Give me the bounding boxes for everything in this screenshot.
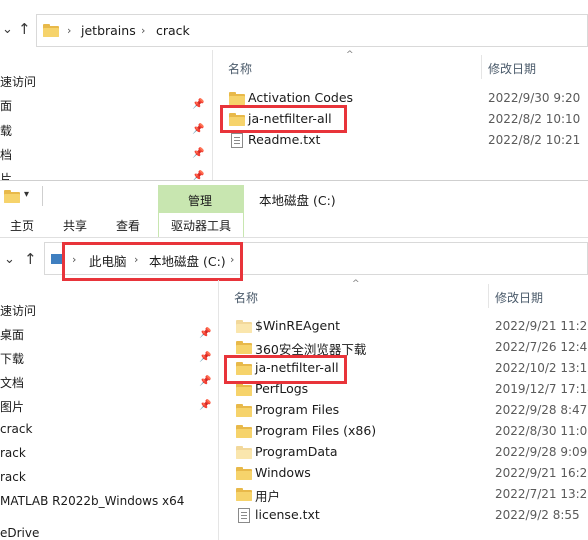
file-name: Windows bbox=[255, 465, 311, 480]
up-arrow-icon[interactable]: ↑ bbox=[24, 250, 37, 268]
tab-drive-tools[interactable]: 驱动器工具 bbox=[158, 213, 244, 237]
file-date: 2022/9/28 9:09 bbox=[495, 445, 588, 459]
file-date: 2022/9/28 8:47 bbox=[495, 403, 588, 417]
folder-icon bbox=[4, 190, 20, 203]
breadcrumb-item[interactable]: crack bbox=[156, 23, 190, 38]
list-item[interactable]: $WinREAgent 2022/9/21 11:21 bbox=[234, 317, 588, 338]
tab-share[interactable]: 共享 bbox=[63, 217, 87, 234]
sidebar-item-documents[interactable]: 文档 bbox=[0, 374, 24, 391]
list-item[interactable]: ProgramData 2022/9/28 9:09 bbox=[234, 443, 588, 464]
ribbon-tab-bar: 主页 共享 查看 驱动器工具 bbox=[0, 213, 588, 237]
sort-ascending-icon: ^ bbox=[346, 50, 354, 60]
file-date: 2022/8/2 10:21 bbox=[488, 133, 581, 147]
sidebar-item-pictures[interactable]: 图片 bbox=[0, 398, 24, 415]
file-date: 2022/9/21 16:20 bbox=[495, 466, 588, 480]
folder-icon bbox=[236, 320, 252, 333]
window-title: 本地磁盘 (C:) bbox=[259, 193, 336, 208]
text-file-icon bbox=[231, 133, 243, 148]
top-explorer-window: ⌄ ↑ › jetbrains › crack 速访问 面 📌 载 📌 档 📌 … bbox=[0, 0, 588, 180]
sidebar-item-crack[interactable]: rack bbox=[0, 446, 26, 460]
breadcrumb-separator-icon: › bbox=[141, 24, 146, 37]
column-header-date[interactable]: 修改日期 bbox=[488, 60, 536, 77]
file-date: 2022/8/30 11:00 bbox=[495, 424, 588, 438]
navigation-pane: 速访问 面 📌 载 📌 档 📌 片 📌 bbox=[0, 66, 208, 180]
file-date: 2022/9/2 8:55 bbox=[495, 508, 580, 522]
context-group-label: 管理 bbox=[188, 194, 213, 208]
file-list: $WinREAgent 2022/9/21 11:21 360安全浏览器下载 2022… bbox=[234, 317, 588, 540]
file-name: Activation Codes bbox=[248, 90, 354, 105]
file-date: 2022/8/2 10:10 bbox=[488, 112, 581, 126]
pin-icon: 📌 bbox=[199, 352, 212, 363]
folder-icon bbox=[236, 383, 252, 396]
bottom-explorer-window: ▾ 管理 本地磁盘 (C:) 主页 共享 查看 驱动器工具 ⌄ ↑ › 此电脑 … bbox=[0, 180, 588, 540]
tab-home[interactable]: 主页 bbox=[10, 217, 34, 234]
ribbon-context-group: 管理 bbox=[158, 185, 244, 213]
up-arrow-icon[interactable]: ↑ bbox=[18, 20, 31, 38]
highlight-box bbox=[62, 242, 243, 281]
tab-drive-tools-label: 驱动器工具 bbox=[171, 219, 232, 233]
folder-icon bbox=[229, 92, 245, 105]
pin-icon: 📌 bbox=[199, 328, 212, 339]
column-header-name[interactable]: 名称 bbox=[228, 60, 252, 77]
highlight-box bbox=[224, 355, 347, 384]
sidebar-item-desktop[interactable]: 面 bbox=[0, 97, 12, 114]
sidebar-item-pictures[interactable]: 片 bbox=[0, 170, 12, 180]
sidebar-item-quick-access[interactable]: 速访问 bbox=[0, 302, 36, 319]
folder-icon bbox=[43, 24, 59, 37]
sidebar-item-quick-access[interactable]: 速访问 bbox=[0, 73, 36, 90]
list-item[interactable]: license.txt 2022/9/2 8:55 bbox=[234, 506, 588, 527]
file-name: Program Files (x86) bbox=[255, 423, 377, 438]
text-file-icon bbox=[238, 508, 250, 523]
pin-icon: 📌 bbox=[192, 99, 205, 110]
sidebar-item-onedrive[interactable]: eDrive bbox=[0, 526, 39, 540]
pin-icon: 📌 bbox=[192, 148, 205, 159]
folder-icon bbox=[236, 341, 252, 354]
file-date: 2022/7/26 12:42 bbox=[495, 340, 588, 354]
folder-icon bbox=[236, 425, 252, 438]
file-date: 2022/7/21 13:21 bbox=[495, 487, 588, 501]
file-date: 2022/9/21 11:21 bbox=[495, 319, 588, 333]
list-item[interactable]: Program Files 2022/9/28 8:47 bbox=[234, 401, 588, 422]
folder-icon bbox=[236, 488, 252, 501]
address-bar[interactable]: › jetbrains › crack bbox=[36, 14, 588, 47]
file-date: 2022/10/2 13:10 bbox=[495, 361, 588, 375]
pin-icon: 📌 bbox=[192, 124, 205, 135]
list-item[interactable]: Program Files (x86) 2022/8/30 11:00 bbox=[234, 422, 588, 443]
folder-icon bbox=[236, 446, 252, 459]
sidebar-item-desktop[interactable]: 桌面 bbox=[0, 326, 24, 343]
file-date: 2022/9/30 9:20 bbox=[488, 91, 581, 105]
file-name: ProgramData bbox=[255, 444, 338, 459]
quick-access-toolbar-dropdown-icon[interactable]: ▾ bbox=[24, 189, 29, 200]
sidebar-item-crack[interactable]: rack bbox=[0, 470, 26, 484]
list-item[interactable]: Readme.txt 2022/8/2 10:21 bbox=[228, 131, 588, 152]
sort-ascending-icon: ^ bbox=[352, 279, 360, 289]
pin-icon: 📌 bbox=[199, 400, 212, 411]
file-name: Program Files bbox=[255, 402, 340, 417]
highlight-box bbox=[220, 105, 347, 133]
file-name: 用户 bbox=[255, 489, 281, 504]
sidebar-item-downloads[interactable]: 载 bbox=[0, 122, 12, 139]
sidebar-item-matlab[interactable]: MATLAB R2022b_Windows x64 bbox=[0, 494, 184, 508]
column-header-name[interactable]: 名称 bbox=[234, 289, 258, 306]
column-header-date[interactable]: 修改日期 bbox=[495, 289, 543, 306]
list-item[interactable]: Windows 2022/9/21 16:20 bbox=[234, 464, 588, 485]
sidebar-item-downloads[interactable]: 下载 bbox=[0, 350, 24, 367]
folder-icon bbox=[236, 404, 252, 417]
list-item[interactable]: 用户 2022/7/21 13:21 bbox=[234, 485, 588, 506]
tab-view[interactable]: 查看 bbox=[116, 217, 140, 234]
file-name: Readme.txt bbox=[248, 132, 321, 147]
pin-icon: 📌 bbox=[199, 376, 212, 387]
file-name: license.txt bbox=[255, 507, 320, 522]
breadcrumb-separator-icon: › bbox=[67, 24, 72, 37]
breadcrumb-item[interactable]: jetbrains bbox=[81, 23, 136, 38]
sidebar-item-crack[interactable]: crack bbox=[0, 422, 32, 436]
recent-locations-chevron-icon[interactable]: ⌄ bbox=[2, 22, 13, 37]
navigation-pane: 速访问 桌面 📌 下载 📌 文档 📌 图片 📌 crack rack rack … bbox=[0, 298, 218, 540]
sidebar-item-documents[interactable]: 档 bbox=[0, 146, 12, 163]
recent-locations-chevron-icon[interactable]: ⌄ bbox=[4, 252, 15, 267]
pin-icon: 📌 bbox=[192, 171, 205, 180]
file-name: $WinREAgent bbox=[255, 318, 341, 333]
folder-icon bbox=[236, 467, 252, 480]
file-date: 2019/12/7 17:14 bbox=[495, 382, 588, 396]
